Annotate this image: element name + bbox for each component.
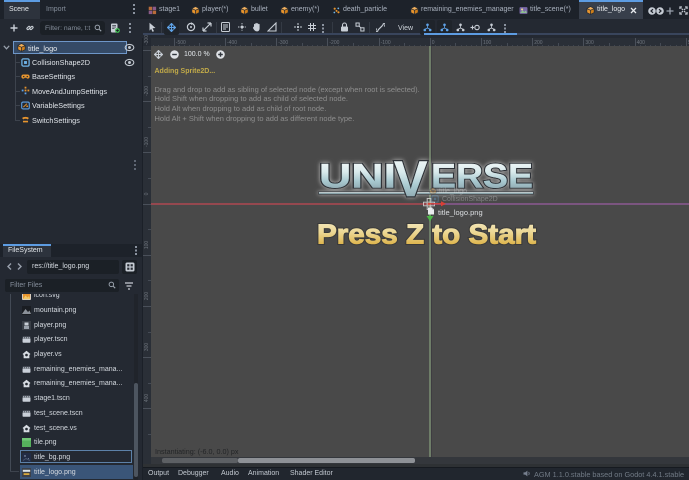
svg-text:UNI: UNI: [319, 158, 396, 196]
svg-text:Press Z to Start: Press Z to Start: [317, 219, 536, 250]
